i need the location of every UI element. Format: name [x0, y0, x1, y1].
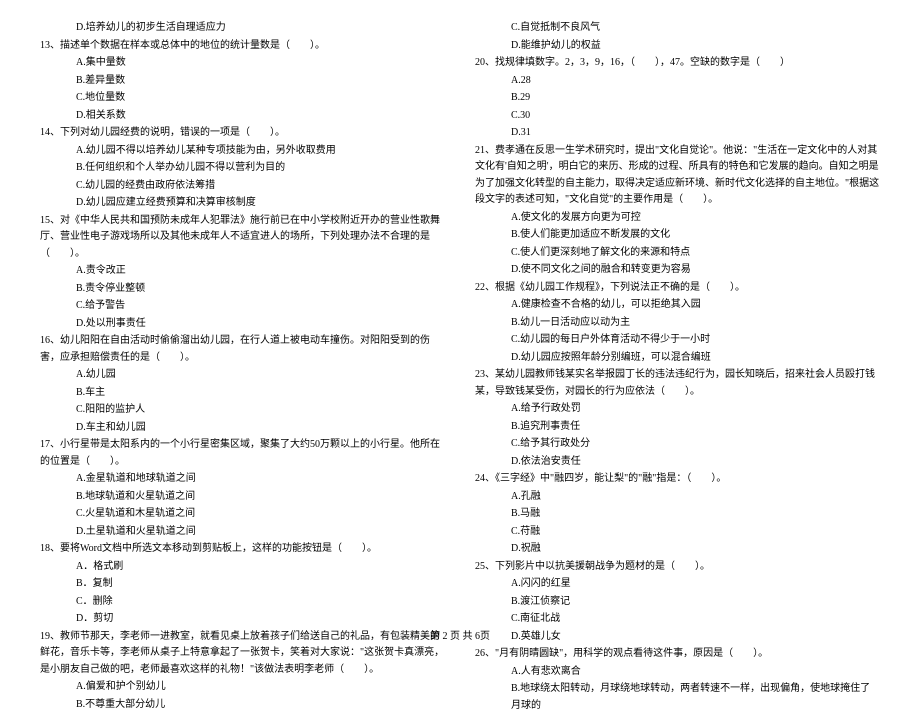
question-text: 24、《三字经》中"融四岁，能让梨"的"融"指是：（ ）。	[475, 471, 880, 488]
option-text: C.地位量数	[40, 90, 445, 107]
option-text: A.集中量数	[40, 55, 445, 72]
question-text: 26、"月有阴晴圆缺"，用科学的观点看待这件事，原因是（ ）。	[475, 646, 880, 663]
option-text: C.苻融	[475, 524, 880, 541]
question-text: 16、幼儿阳阳在自由活动时偷偷溜出幼儿园，在行人道上被电动车撞伤。对阳阳受到的伤…	[40, 333, 445, 366]
option-text: A.偏爱和护个别幼儿	[40, 679, 445, 696]
option-text: D．剪切	[40, 611, 445, 628]
option-text: C.30	[475, 108, 880, 125]
option-text: B.责令停业整顿	[40, 281, 445, 298]
option-text: B.差异量数	[40, 73, 445, 90]
option-text: B．复制	[40, 576, 445, 593]
option-text: D.能维护幼儿的权益	[475, 38, 880, 55]
option-text: C．删除	[40, 594, 445, 611]
question-text: 17、小行星带是太阳系内的一个小行星密集区域，聚集了大约50万颗以上的小行星。他…	[40, 437, 445, 470]
option-text: B.幼儿一日活动应以动为主	[475, 315, 880, 332]
option-text: C.火星轨道和木星轨道之间	[40, 506, 445, 523]
option-text: A.孔融	[475, 489, 880, 506]
page-footer: 第 2 页 共 6页	[0, 627, 920, 642]
option-text: C.使人们更深刻地了解文化的来源和特点	[475, 245, 880, 262]
option-text: A.幼儿园不得以培养幼儿某种专项技能为由，另外收取费用	[40, 143, 445, 160]
option-text: B.车主	[40, 385, 445, 402]
question-text: 14、下列对幼儿园经费的说明，错误的一项是（ ）。	[40, 125, 445, 142]
option-text: B.任何组织和个人举办幼儿园不得以营利为目的	[40, 160, 445, 177]
option-text: B.渡江侦察记	[475, 594, 880, 611]
question-text: 25、下列影片中以抗美援朝战争为题材的是（ ）。	[475, 559, 880, 576]
option-text: A.28	[475, 73, 880, 90]
option-text: B.使人们能更加适应不断发展的文化	[475, 227, 880, 244]
option-text: D.车主和幼儿园	[40, 420, 445, 437]
option-text: A.幼儿园	[40, 367, 445, 384]
option-text: B.马融	[475, 506, 880, 523]
option-text: D.依法治安责任	[475, 454, 880, 471]
document-content: D.培养幼儿的初步生活自理适应力13、描述单个数据在样本或总体中的地位的统计量数…	[40, 20, 880, 610]
option-text: A.健康检查不合格的幼儿，可以拒绝其入园	[475, 297, 880, 314]
question-text: 21、费孝通在反思一生学术研究时，提出"文化自觉论"。他说："生活在一定文化中的…	[475, 143, 880, 209]
question-text: 22、根据《幼儿园工作规程》，下列说法正不确的是（ ）。	[475, 280, 880, 297]
option-text: A．格式刷	[40, 559, 445, 576]
option-text: A.人有悲欢离合	[475, 664, 880, 681]
option-text: C.阳阳的监护人	[40, 402, 445, 419]
option-text: C.自觉抵制不良风气	[475, 20, 880, 37]
option-text: D.相关系数	[40, 108, 445, 125]
option-text: A.金星轨道和地球轨道之间	[40, 471, 445, 488]
option-text: D.使不同文化之间的融合和转变更为容易	[475, 262, 880, 279]
option-text: B.29	[475, 90, 880, 107]
question-text: 13、描述单个数据在样本或总体中的地位的统计量数是（ ）。	[40, 38, 445, 55]
option-text: D.31	[475, 125, 880, 142]
option-text: D.培养幼儿的初步生活自理适应力	[40, 20, 445, 37]
option-text: C.幼儿园的经费由政府依法筹措	[40, 178, 445, 195]
question-text: 23、某幼儿园教师钱某实名举报园丁长的违法违纪行为，园长知晓后，招来社会人员殴打…	[475, 367, 880, 400]
option-text: B.追究刑事责任	[475, 419, 880, 436]
left-column: D.培养幼儿的初步生活自理适应力13、描述单个数据在样本或总体中的地位的统计量数…	[40, 20, 445, 610]
question-text: 20、找规律填数字。2，3，9，16，（ ），47。空缺的数字是（ ）	[475, 55, 880, 72]
option-text: B.地球绕太阳转动，月球绕地球转动，两者转速不一样，出现偏角，使地球掩住了月球的	[475, 681, 880, 714]
option-text: B.地球轨道和火星轨道之间	[40, 489, 445, 506]
question-text: 18、要将Word文档中所选文本移动到剪贴板上，这样的功能按钮是（ ）。	[40, 541, 445, 558]
right-column: C.自觉抵制不良风气D.能维护幼儿的权益20、找规律填数字。2，3，9，16，（…	[475, 20, 880, 610]
option-text: B.不尊重大部分幼儿	[40, 697, 445, 714]
option-text: C.给予警告	[40, 298, 445, 315]
option-text: A.责令改正	[40, 263, 445, 280]
option-text: A.闪闪的红星	[475, 576, 880, 593]
option-text: C.给予其行政处分	[475, 436, 880, 453]
option-text: A.使文化的发展方向更为可控	[475, 210, 880, 227]
option-text: C.幼儿园的每日户外体育活动不得少于一小时	[475, 332, 880, 349]
option-text: D.幼儿园应按照年龄分别编班，可以混合编班	[475, 350, 880, 367]
option-text: D.土星轨道和火星轨道之间	[40, 524, 445, 541]
option-text: A.给予行政处罚	[475, 401, 880, 418]
option-text: C.南征北战	[475, 611, 880, 628]
option-text: D.幼儿园应建立经费预算和决算审核制度	[40, 195, 445, 212]
option-text: D.祝融	[475, 541, 880, 558]
option-text: D.处以刑事责任	[40, 316, 445, 333]
question-text: 15、对《中华人民共和国预防未成年人犯罪法》施行前已在中小学校附近开办的营业性歌…	[40, 213, 445, 263]
